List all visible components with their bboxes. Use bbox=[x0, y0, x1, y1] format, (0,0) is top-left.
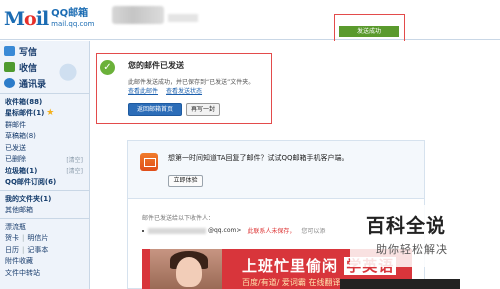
success-links: 查看此邮件 查看发送状态 bbox=[128, 86, 210, 95]
contacts-label: 通讯录 bbox=[19, 79, 47, 90]
sidebar-row-calendar: 日历 | 记事本 bbox=[5, 245, 49, 255]
write-button[interactable]: 写信 bbox=[0, 43, 89, 59]
empty-deleted-link[interactable]: [清空] bbox=[66, 155, 83, 164]
write-another-button[interactable]: 再写一封 bbox=[186, 103, 220, 116]
watermark-subtitle: 助你轻松解决 bbox=[376, 243, 448, 256]
promo-text: 想第一时间知道TA回复了邮件？试试QQ邮箱手机客户端。 bbox=[168, 154, 349, 162]
success-description: 此邮件发送成功，并已保存到“已发送”文件夹。 bbox=[128, 79, 255, 86]
sidebar-item-drafts[interactable]: 草稿箱(8) bbox=[0, 131, 89, 143]
sidebar-item-attachments[interactable]: 附件收藏 bbox=[0, 256, 89, 268]
send-success-toast: 发送成功 bbox=[339, 26, 399, 37]
top-header: Moil QQ邮箱 mail.qq.com bbox=[0, 0, 500, 40]
pen-icon bbox=[4, 46, 15, 56]
bottom-bar bbox=[340, 279, 460, 289]
divider bbox=[0, 218, 89, 219]
try-now-button[interactable]: 立即体验 bbox=[168, 175, 203, 187]
logo-cn-text: QQ邮箱 bbox=[51, 8, 89, 19]
sidebar: 写信 收信 通讯录 收件箱(88) 星标邮件(1) ★ 群邮件 草稿箱(8) 已发… bbox=[0, 41, 90, 289]
recipient-row: @qq.com> 此联系人未保存， 您可以添 bbox=[142, 226, 325, 235]
view-mail-link[interactable]: 查看此邮件 bbox=[128, 86, 158, 95]
cloud-decoration bbox=[52, 59, 84, 81]
sidebar-item-greeting-card[interactable]: 贺卡 bbox=[5, 233, 19, 243]
sidebar-item-group-mail[interactable]: 群邮件 bbox=[0, 119, 89, 131]
blurred-username bbox=[112, 6, 164, 24]
contacts-icon bbox=[4, 78, 15, 88]
mail-app-icon bbox=[140, 153, 158, 171]
success-title: 您的邮件已发送 bbox=[128, 61, 184, 70]
logo-url-text: mail.qq.com bbox=[51, 20, 95, 28]
check-icon: ✓ bbox=[100, 60, 115, 75]
sidebar-item-other-mailbox[interactable]: 其他邮箱 bbox=[0, 205, 89, 217]
sidebar-item-subscriptions[interactable]: QQ邮件订阅(6) bbox=[0, 177, 89, 189]
star-icon: ★ bbox=[46, 108, 55, 119]
receive-label: 收信 bbox=[19, 63, 38, 74]
sidebar-item-my-folders[interactable]: 我的文件夹(1) bbox=[0, 193, 89, 205]
sidebar-item-drift-bottle[interactable]: 漂流瓶 bbox=[0, 221, 89, 233]
qq-mail-logo[interactable]: Moil QQ邮箱 mail.qq.com bbox=[4, 8, 94, 30]
sidebar-item-file-transfer[interactable]: 文件中转站 bbox=[0, 267, 89, 279]
blurred-email bbox=[168, 14, 198, 22]
sidebar-item-postcard[interactable]: 明信片 bbox=[27, 233, 48, 243]
sidebar-item-sent[interactable]: 已发送 bbox=[0, 142, 89, 154]
blurred-recipient bbox=[148, 227, 206, 234]
banner-subtitle: 百度/有道/ 爱词霸 在线翻译 bbox=[242, 278, 341, 287]
divider bbox=[0, 93, 89, 94]
banner-photo bbox=[150, 249, 222, 289]
empty-spam-link[interactable]: [清空] bbox=[66, 166, 83, 175]
bullet-icon bbox=[142, 229, 144, 232]
view-status-link[interactable]: 查看发送状态 bbox=[166, 86, 202, 95]
sidebar-item-calendar[interactable]: 日历 bbox=[5, 245, 19, 255]
mobile-client-promo: 想第一时间知道TA回复了邮件？试试QQ邮箱手机客户端。 立即体验 bbox=[128, 141, 424, 199]
send-success-panel: ✓ 您的邮件已发送 此邮件发送成功，并已保存到“已发送”文件夹。 查看此邮件 查… bbox=[100, 58, 268, 120]
recipient-domain: @qq.com> bbox=[208, 227, 242, 234]
inbox-icon bbox=[4, 62, 15, 72]
sidebar-item-deleted[interactable]: 已删除 [清空] bbox=[0, 154, 89, 166]
write-label: 写信 bbox=[19, 47, 38, 58]
back-to-home-button[interactable]: 返回邮箱首页 bbox=[128, 103, 182, 116]
unsaved-contact-warning: 此联系人未保存， bbox=[247, 228, 296, 235]
sidebar-item-inbox[interactable]: 收件箱(88) bbox=[0, 96, 89, 108]
divider bbox=[0, 190, 89, 191]
sidebar-item-notepad[interactable]: 记事本 bbox=[27, 245, 48, 255]
watermark: 百科全说 助你轻松解决 bbox=[350, 205, 500, 267]
recipients-label: 邮件已发送给以下收件人： bbox=[142, 215, 215, 222]
watermark-title: 百科全说 bbox=[366, 215, 447, 237]
sidebar-item-starred[interactable]: 星标邮件(1) ★ bbox=[0, 108, 89, 120]
sidebar-item-spam[interactable]: 垃圾箱(1) [清空] bbox=[0, 165, 89, 177]
add-contact-hint[interactable]: 您可以添 bbox=[301, 226, 325, 235]
sidebar-row-cards: 贺卡 | 明信片 bbox=[5, 233, 49, 243]
logo-wordmark: Moil bbox=[4, 8, 49, 30]
